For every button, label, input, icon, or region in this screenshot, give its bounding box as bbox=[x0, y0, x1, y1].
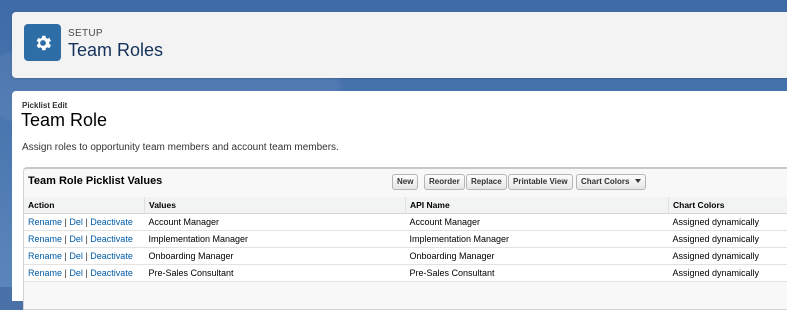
picklist-title: Team Role bbox=[21, 110, 107, 131]
row-actions: Rename | Del | Deactivate bbox=[24, 265, 145, 282]
chart-color-cell: Assigned dynamically bbox=[669, 265, 787, 282]
column-header-values: Values bbox=[145, 197, 406, 214]
new-button[interactable]: New bbox=[392, 174, 418, 190]
deactivate-link[interactable]: Deactivate bbox=[90, 251, 133, 261]
del-link[interactable]: Del bbox=[69, 234, 83, 244]
value-cell: Implementation Manager bbox=[145, 231, 406, 248]
api-name-cell: Implementation Manager bbox=[406, 231, 669, 248]
action-separator: | bbox=[85, 268, 87, 278]
page-header: SETUP Team Roles bbox=[12, 12, 787, 78]
gear-icon bbox=[24, 24, 61, 61]
del-link[interactable]: Del bbox=[69, 268, 83, 278]
chart-color-cell: Assigned dynamically bbox=[669, 214, 787, 231]
picklist-values-section: Team Role Picklist Values New Reorder Re… bbox=[23, 167, 787, 310]
rename-link[interactable]: Rename bbox=[28, 251, 62, 261]
reorder-button[interactable]: Reorder bbox=[424, 174, 465, 190]
picklist-edit-panel: Picklist Edit Team Role Assign roles to … bbox=[12, 91, 787, 301]
replace-button[interactable]: Replace bbox=[466, 174, 507, 190]
table-row: Rename | Del | DeactivateImplementation … bbox=[24, 231, 787, 248]
chart-colors-dropdown[interactable]: Chart Colors bbox=[576, 174, 646, 190]
chart-colors-label: Chart Colors bbox=[581, 177, 629, 186]
table-row: Rename | Del | DeactivatePre-Sales Consu… bbox=[24, 265, 787, 282]
action-separator: | bbox=[65, 251, 67, 261]
page-title: Team Roles bbox=[68, 40, 163, 61]
picklist-edit-label: Picklist Edit bbox=[22, 101, 67, 110]
del-link[interactable]: Del bbox=[69, 217, 83, 227]
action-separator: | bbox=[85, 251, 87, 261]
table-row: Rename | Del | DeactivateOnboarding Mana… bbox=[24, 248, 787, 265]
deactivate-link[interactable]: Deactivate bbox=[90, 217, 133, 227]
api-name-cell: Account Manager bbox=[406, 214, 669, 231]
picklist-description: Assign roles to opportunity team members… bbox=[22, 142, 339, 153]
value-cell: Account Manager bbox=[145, 214, 406, 231]
column-header-api-name: API Name bbox=[406, 197, 669, 214]
rename-link[interactable]: Rename bbox=[28, 217, 62, 227]
row-actions: Rename | Del | Deactivate bbox=[24, 214, 145, 231]
chart-color-cell: Assigned dynamically bbox=[669, 231, 787, 248]
action-separator: | bbox=[65, 217, 67, 227]
column-header-action: Action bbox=[24, 197, 145, 214]
action-separator: | bbox=[85, 217, 87, 227]
picklist-values-title: Team Role Picklist Values bbox=[28, 175, 162, 187]
deactivate-link[interactable]: Deactivate bbox=[90, 268, 133, 278]
api-name-cell: Onboarding Manager bbox=[406, 248, 669, 265]
action-separator: | bbox=[85, 234, 87, 244]
header-eyebrow: SETUP bbox=[68, 28, 103, 39]
rename-link[interactable]: Rename bbox=[28, 268, 62, 278]
row-actions: Rename | Del | Deactivate bbox=[24, 231, 145, 248]
chart-color-cell: Assigned dynamically bbox=[669, 248, 787, 265]
action-separator: | bbox=[65, 234, 67, 244]
chevron-down-icon bbox=[635, 179, 641, 183]
rename-link[interactable]: Rename bbox=[28, 234, 62, 244]
value-cell: Pre-Sales Consultant bbox=[145, 265, 406, 282]
action-separator: | bbox=[65, 268, 67, 278]
table-row: Rename | Del | DeactivateAccount Manager… bbox=[24, 214, 787, 231]
printable-view-button[interactable]: Printable View bbox=[508, 174, 573, 190]
column-header-chart-colors: Chart Colors bbox=[669, 197, 787, 214]
deactivate-link[interactable]: Deactivate bbox=[90, 234, 133, 244]
picklist-values-table: Action Values API Name Chart Colors Rena… bbox=[24, 197, 787, 282]
row-actions: Rename | Del | Deactivate bbox=[24, 248, 145, 265]
api-name-cell: Pre-Sales Consultant bbox=[406, 265, 669, 282]
table-header-row: Action Values API Name Chart Colors bbox=[24, 197, 787, 214]
value-cell: Onboarding Manager bbox=[145, 248, 406, 265]
del-link[interactable]: Del bbox=[69, 251, 83, 261]
